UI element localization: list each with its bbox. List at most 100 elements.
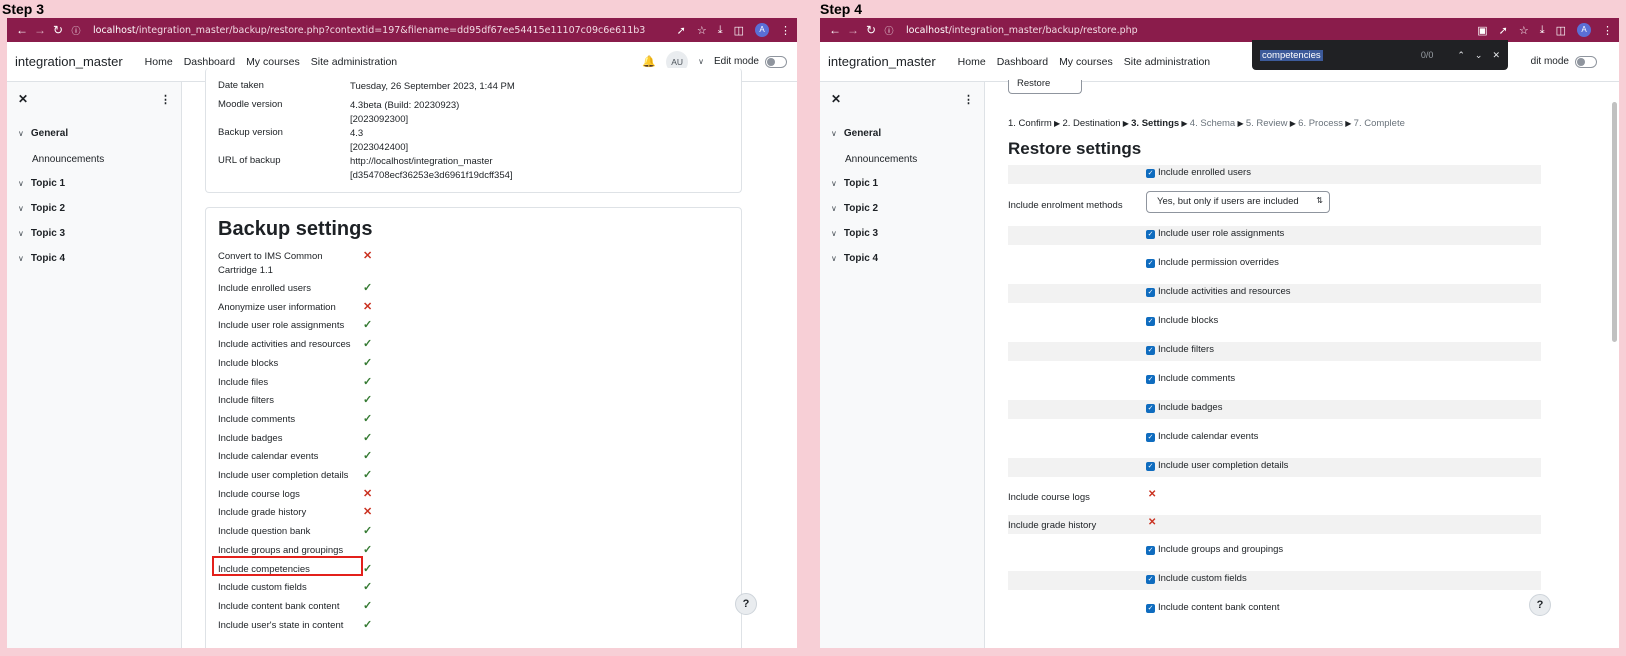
checkbox-label[interactable]: Include calendar events: [1158, 431, 1258, 442]
nav-home[interactable]: Home: [958, 56, 986, 68]
sidebar-item-announcements[interactable]: Announcements: [32, 154, 104, 165]
info-icon[interactable]: ⓘ: [67, 24, 85, 37]
star-icon[interactable]: ☆: [1519, 24, 1529, 37]
checkbox-label[interactable]: Include blocks: [1158, 315, 1218, 326]
setting-label: Include user role assignments: [218, 320, 345, 332]
close-icon[interactable]: ✕: [18, 92, 28, 106]
checkbox-label[interactable]: Include activities and resources: [1158, 286, 1291, 297]
nav-dashboard[interactable]: Dashboard: [184, 56, 235, 68]
step-arrow-icon: ▶: [1343, 119, 1354, 128]
sidebar-section-topic-2[interactable]: ∨ Topic 2: [831, 203, 878, 214]
setting-label: Include grade history: [218, 507, 307, 519]
sidebar-section-topic-4[interactable]: ∨ Topic 4: [831, 253, 878, 264]
close-icon[interactable]: ✕: [831, 92, 841, 106]
edit-mode-toggle[interactable]: Edit mode: [714, 55, 787, 68]
download-icon[interactable]: ⤓: [718, 24, 723, 37]
address-bar[interactable]: localhost/integration_master/backup/rest…: [93, 25, 677, 36]
checkbox[interactable]: ✓: [1146, 317, 1155, 326]
kebab-menu-icon[interactable]: ⋮: [963, 93, 974, 106]
checkbox-label[interactable]: Include badges: [1158, 402, 1222, 413]
checkbox[interactable]: ✓: [1146, 462, 1155, 471]
nav-site-administration[interactable]: Site administration: [311, 56, 397, 68]
checkbox[interactable]: ✓: [1146, 230, 1155, 239]
checkbox[interactable]: ✓: [1146, 575, 1155, 584]
reload-icon[interactable]: ↻: [49, 23, 67, 37]
edit-mode-toggle[interactable]: dit mode: [1531, 55, 1597, 68]
nav-my-courses[interactable]: My courses: [1059, 56, 1113, 68]
checkbox[interactable]: ✓: [1146, 259, 1155, 268]
menu-icon[interactable]: ⋮: [1602, 24, 1613, 37]
help-button[interactable]: ?: [1529, 594, 1551, 616]
nav-home[interactable]: Home: [145, 56, 173, 68]
checkbox-label[interactable]: Include user completion details: [1158, 460, 1288, 471]
profile-avatar[interactable]: A: [755, 23, 769, 37]
kebab-menu-icon[interactable]: ⋮: [160, 93, 171, 106]
find-input[interactable]: competencies: [1260, 49, 1421, 61]
section-label: Topic 3: [843, 228, 879, 239]
sidebar-section-topic-1[interactable]: ∨ Topic 1: [831, 178, 878, 189]
site-name[interactable]: integration_master: [828, 54, 936, 69]
share-icon[interactable]: ➚: [677, 24, 686, 37]
address-bar[interactable]: localhost/integration_master/backup/rest…: [906, 25, 1477, 36]
section-label: General: [843, 128, 882, 139]
back-icon[interactable]: ←: [826, 23, 844, 37]
step3-panel: ← → ↻ ⓘ localhost/integration_master/bac…: [7, 18, 797, 648]
checkbox[interactable]: ✓: [1146, 604, 1155, 613]
toggle-switch[interactable]: [1575, 55, 1597, 68]
share-icon[interactable]: ➚: [1499, 24, 1508, 37]
checkbox-label[interactable]: Include comments: [1158, 373, 1235, 384]
profile-avatar[interactable]: A: [1577, 23, 1591, 37]
nav-my-courses[interactable]: My courses: [246, 56, 300, 68]
reload-icon[interactable]: ↻: [862, 23, 880, 37]
checkbox-label[interactable]: Include groups and groupings: [1158, 544, 1283, 555]
sidebar-section-topic-3[interactable]: ∨ Topic 3: [18, 228, 65, 239]
step4-title: Step 4: [820, 1, 863, 17]
menu-icon[interactable]: ⋮: [780, 24, 791, 37]
sidepanel-icon[interactable]: ◫: [1556, 24, 1566, 37]
forward-icon[interactable]: →: [844, 23, 862, 37]
checkbox[interactable]: ✓: [1146, 169, 1155, 178]
download-icon[interactable]: ⤓: [1540, 24, 1545, 37]
checkbox-label[interactable]: Include filters: [1158, 344, 1214, 355]
checkbox-label[interactable]: Include custom fields: [1158, 573, 1247, 584]
checkbox-label[interactable]: Include enrolled users: [1158, 167, 1251, 178]
nav-site-administration[interactable]: Site administration: [1124, 56, 1210, 68]
checkbox[interactable]: ✓: [1146, 433, 1155, 442]
checkbox-label[interactable]: Include user role assignments: [1158, 228, 1284, 239]
sidebar-item-announcements[interactable]: Announcements: [845, 154, 917, 165]
help-button[interactable]: ?: [735, 593, 757, 615]
enrolment-methods-select[interactable]: Yes, but only if users are included ⇅: [1146, 191, 1330, 213]
find-next-icon[interactable]: ⌄: [1475, 50, 1483, 61]
find-close-icon[interactable]: ✕: [1492, 50, 1500, 61]
detail-value-line: [2023092300]: [350, 113, 409, 125]
restore-button[interactable]: Restore: [1008, 78, 1082, 94]
site-name[interactable]: integration_master: [15, 54, 123, 69]
checkbox[interactable]: ✓: [1146, 346, 1155, 355]
sidebar-section-topic-2[interactable]: ∨ Topic 2: [18, 203, 65, 214]
sidebar-section-topic-3[interactable]: ∨ Topic 3: [831, 228, 878, 239]
checkbox[interactable]: ✓: [1146, 375, 1155, 384]
page-icon[interactable]: ▣: [1477, 24, 1487, 37]
chevron-down-icon[interactable]: ∨: [698, 57, 704, 66]
checkbox[interactable]: ✓: [1146, 546, 1155, 555]
page-scrollbar[interactable]: [1612, 102, 1617, 342]
checkbox-label[interactable]: Include content bank content: [1158, 602, 1279, 613]
sidebar-section-topic-4[interactable]: ∨ Topic 4: [18, 253, 65, 264]
toggle-switch[interactable]: [765, 55, 787, 68]
sidepanel-icon[interactable]: ◫: [734, 24, 744, 37]
sidebar-section-topic-1[interactable]: ∨ Topic 1: [18, 178, 65, 189]
bell-icon[interactable]: 🔔: [642, 55, 656, 68]
back-icon[interactable]: ←: [13, 23, 31, 37]
setting-row-include-content-bank-content: Include content bank content ✓: [218, 600, 378, 614]
star-icon[interactable]: ☆: [697, 24, 707, 37]
info-icon[interactable]: ⓘ: [880, 24, 898, 37]
find-previous-icon[interactable]: ⌃: [1457, 50, 1465, 61]
checkbox[interactable]: ✓: [1146, 404, 1155, 413]
checkbox-label[interactable]: Include permission overrides: [1158, 257, 1279, 268]
forward-icon[interactable]: →: [31, 23, 49, 37]
sidebar-section-general[interactable]: ∨ General: [831, 128, 881, 139]
detail-value: 4.3 [2023042400]: [350, 127, 408, 154]
sidebar-section-general[interactable]: ∨ General: [18, 128, 68, 139]
checkbox[interactable]: ✓: [1146, 288, 1155, 297]
nav-dashboard[interactable]: Dashboard: [997, 56, 1048, 68]
